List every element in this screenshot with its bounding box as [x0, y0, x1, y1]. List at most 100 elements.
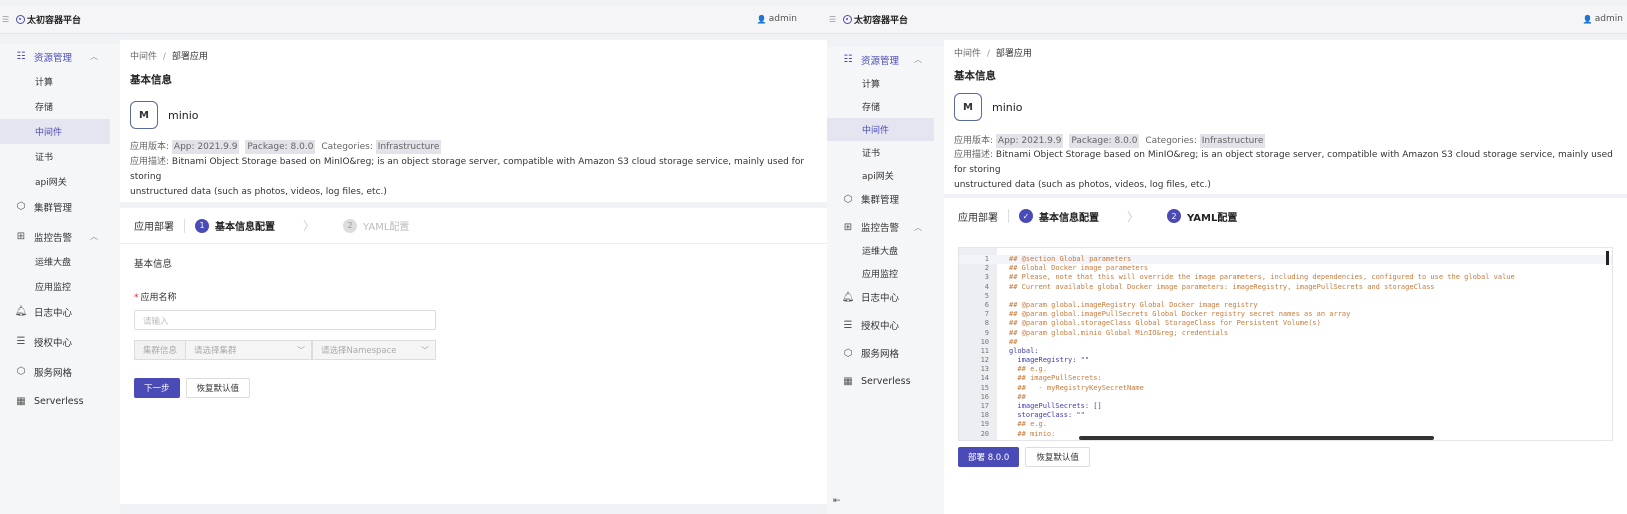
chevron-up-icon: ︿ [914, 55, 922, 64]
sidebar-item-app-monitor[interactable]: 应用监控 [0, 274, 120, 299]
calendar-icon: ▦ [16, 396, 26, 407]
app-description: 应用描述: Bitnami Object Storage based on Mi… [120, 154, 827, 200]
sidebar-item-label: 服务网格 [34, 367, 73, 379]
code-text: imageRegistry: "" [1009, 356, 1090, 365]
line-number: 5 [984, 291, 989, 300]
sidebar-item-storage[interactable]: 存储 [827, 95, 944, 118]
reset-button[interactable]: 恢复默认值 [185, 378, 251, 398]
sidebar-item-label: 授权中心 [34, 337, 73, 349]
code-line: 7 ## @param global.imagePullSecrets Globa… [959, 310, 1612, 319]
app-info-card: 中间件 / 部署应用 基本信息 M minio 应用版本: App: 2021.… [944, 40, 1627, 194]
sidebar-item-app-monitor[interactable]: 应用监控 [827, 262, 944, 285]
categories-label: Categories: [1145, 136, 1197, 146]
next-button[interactable]: 下一步 [134, 378, 180, 398]
user-icon: 👤 [1582, 14, 1593, 24]
sidebar-item-mesh[interactable]: ⬡ 服务网格 [0, 359, 120, 384]
sidebar-item-auth[interactable]: ☰ 授权中心 [0, 329, 120, 354]
app-info-card: 中间件 / 部署应用 基本信息 M minio 应用版本: App: 2021.… [120, 40, 827, 202]
sidebar-item-middleware[interactable]: 中间件 [0, 119, 110, 144]
desc-line1: Bitnami Object Storage based on MinIO&re… [954, 150, 1613, 175]
sidebar-item-storage[interactable]: 存储 [0, 94, 120, 119]
step1-label[interactable]: 基本信息配置 [1039, 209, 1099, 224]
code-text: ## minio: [1009, 429, 1056, 438]
breadcrumb-parent[interactable]: 中间件 [954, 49, 981, 59]
sidebar-item-monitor[interactable]: ⊞ 监控告警 ︿ [827, 215, 944, 239]
code-line: 19 ## e.g. [959, 420, 1612, 429]
code-text: ## @param global.minio Global MinIO&reg;… [1009, 328, 1229, 337]
logo-icon [16, 15, 25, 24]
namespace-select[interactable]: 请选择Namespace ﹀ [312, 340, 436, 360]
step2-label[interactable]: YAML配置 [1187, 209, 1237, 224]
yaml-editor[interactable]: 1 ## @section Global parameters 2 ## Global… [958, 247, 1613, 441]
collapse-sidebar-icon[interactable]: ⇤ [833, 496, 841, 506]
form-heading: 基本信息 [134, 259, 173, 270]
sidebar-item-resource[interactable]: ☷ 资源管理 ︿ [0, 44, 120, 69]
chevron-up-icon: ︿ [90, 232, 98, 241]
breadcrumb-parent[interactable]: 中间件 [130, 52, 157, 62]
app-name: minio [992, 100, 1023, 114]
menu-toggle-icon[interactable]: ☰ [2, 15, 12, 24]
code-line: 8 ## @param global.storageClass Global St… [959, 319, 1612, 328]
bell-icon: 🔔︎ [14, 306, 28, 317]
code-text: imagePullSecrets: [] [1009, 402, 1102, 410]
divider [1008, 209, 1009, 223]
version-label: 应用版本: [954, 136, 994, 146]
chevron-right-icon: 〉 [1127, 209, 1140, 224]
sidebar-item-label: 日志中心 [861, 293, 900, 304]
list-icon: ☰ [16, 336, 26, 347]
sidebar-item-monitor[interactable]: ⊞ 监控告警 ︿ [0, 224, 120, 249]
chevron-up-icon: ︿ [90, 52, 98, 61]
sidebar-item-serverless[interactable]: ▦ Serverless [0, 389, 120, 414]
sidebar-item-label: 日志中心 [34, 307, 73, 319]
code-line: 5 [959, 291, 1612, 301]
sidebar-item-gateway[interactable]: api网关 [827, 164, 944, 187]
sidebar-item-log[interactable]: 🔔︎ 日志中心 [827, 285, 944, 309]
user-icon: 👤 [756, 14, 767, 24]
sidebar-item-resource[interactable]: ☷ 资源管理 ︿ [827, 47, 944, 72]
cluster-select[interactable]: 请选择集群 ﹀ [186, 340, 312, 360]
horizontal-scrollbar[interactable] [1079, 436, 1434, 440]
step2-number: 2 [1167, 209, 1182, 223]
app-icon: M [954, 93, 982, 121]
line-number: 12 [980, 356, 989, 365]
sidebar-item-ops-dashboard[interactable]: 运维大盘 [827, 239, 944, 262]
deploy-button[interactable]: 部署 8.0.0 [958, 447, 1020, 467]
sidebar-item-cert[interactable]: 证书 [0, 144, 120, 169]
app-name-input[interactable]: 请输入 [134, 310, 436, 330]
required-mark: * [134, 293, 139, 303]
sidebar-item-serverless[interactable]: ▦ Serverless [827, 369, 944, 393]
desc-label: 应用描述: [954, 150, 994, 160]
steps-title: 应用部署 [134, 222, 174, 233]
user-menu[interactable]: 👤 admin [757, 14, 797, 24]
sidebar-item-cluster[interactable]: ⬡ 集群管理 [0, 194, 120, 219]
line-number: 7 [984, 310, 989, 319]
grid-icon: ⊞ [16, 231, 26, 242]
version-label: 应用版本: [130, 142, 170, 152]
sidebar-item-gateway[interactable]: api网关 [0, 169, 120, 194]
sidebar-item-auth[interactable]: ☰ 授权中心 [827, 313, 944, 337]
brand-name: 太初容器平台 [27, 16, 82, 26]
step2-label[interactable]: YAML配置 [363, 218, 409, 233]
sidebar-item-compute[interactable]: 计算 [827, 72, 944, 95]
sidebar-item-ops-dashboard[interactable]: 运维大盘 [0, 249, 120, 274]
namespace-placeholder: 请选择Namespace [321, 346, 397, 356]
sidebar-item-cert[interactable]: 证书 [827, 141, 944, 164]
menu-toggle-icon[interactable]: ☰ [829, 15, 839, 24]
step1-label[interactable]: 基本信息配置 [215, 218, 275, 233]
code-line: 10 ## [959, 338, 1612, 347]
deploy-step1-panel: ☰ 太初容器平台 👤 admin ☷ 资源管理 ︿ 计算 存储 中间件 证书 a… [0, 0, 827, 514]
sidebar-item-middleware[interactable]: 中间件 [827, 118, 934, 141]
sidebar-item-mesh[interactable]: ⬡ 服务网格 [827, 341, 944, 365]
sidebar-item-label: 资源管理 [34, 52, 73, 64]
sidebar-item-log[interactable]: 🔔︎ 日志中心 [0, 299, 120, 324]
code-text: ## @param global.imageRegistry Global Do… [1009, 300, 1258, 309]
sidebar-item-cluster[interactable]: ⬡ 集群管理 [827, 187, 944, 211]
category-tag: Infrastructure [1199, 134, 1266, 148]
user-menu[interactable]: 👤 admin [1583, 14, 1623, 24]
sidebar-item-label: 集群管理 [34, 202, 73, 214]
line-number: 18 [980, 411, 989, 420]
sidebar-item-compute[interactable]: 计算 [0, 69, 120, 94]
reset-button[interactable]: 恢复默认值 [1025, 447, 1090, 467]
form-actions: 下一步 恢复默认值 [134, 378, 813, 398]
vertical-scrollbar[interactable] [1606, 251, 1609, 265]
